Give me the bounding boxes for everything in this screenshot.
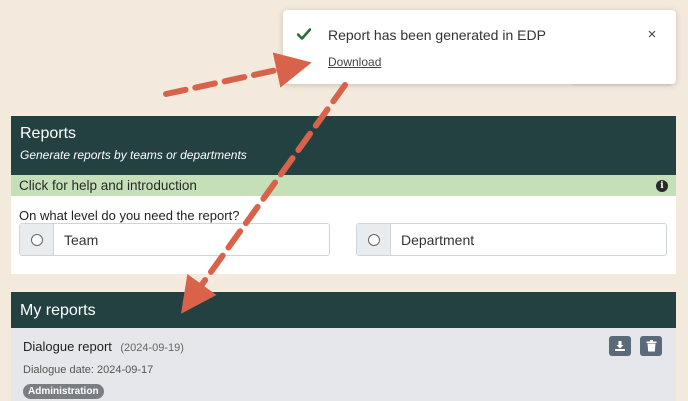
team-radio[interactable] (30, 233, 43, 246)
my-reports-header: My reports (11, 292, 676, 328)
department-option[interactable]: Department (356, 223, 667, 256)
report-date: (2024-09-19) (120, 342, 184, 354)
report-title: Dialogue report (23, 339, 112, 354)
my-reports-card: My reports Dialogue report (2024-09-19) … (11, 292, 676, 401)
reports-subtitle: Generate reports by teams or departments (20, 148, 247, 162)
department-tag: Administration (23, 384, 104, 399)
arrow-to-download (163, 52, 312, 97)
level-question: On what level do you need the report? (19, 208, 240, 223)
check-icon (297, 28, 311, 40)
team-label: Team (64, 231, 99, 248)
delete-report-button[interactable] (640, 336, 662, 356)
download-icon (615, 341, 625, 351)
toast-notification: Report has been generated in EDP Downloa… (283, 10, 676, 84)
help-bar[interactable]: Click for help and introduction i (11, 175, 676, 196)
trash-icon (646, 340, 656, 352)
reports-header: Reports Generate reports by teams or dep… (11, 116, 676, 175)
report-item: Dialogue report (2024-09-19) Dialogue da… (11, 328, 676, 401)
team-option[interactable]: Team (19, 223, 330, 256)
reports-card: Reports Generate reports by teams or dep… (11, 116, 676, 274)
department-radio-box (357, 224, 391, 255)
team-radio-box (20, 224, 54, 255)
toast-message: Report has been generated in EDP (328, 27, 546, 43)
help-label: Click for help and introduction (19, 178, 197, 193)
download-report-button[interactable] (609, 336, 631, 356)
department-label: Department (401, 231, 475, 248)
dialogue-date: Dialogue date: 2024-09-17 (23, 364, 154, 376)
reports-title: Reports (20, 125, 77, 142)
download-link[interactable]: Download (328, 55, 381, 69)
department-radio[interactable] (367, 233, 380, 246)
close-icon[interactable]: × (646, 27, 658, 42)
info-icon: i (656, 179, 668, 192)
my-reports-title: My reports (20, 302, 96, 319)
